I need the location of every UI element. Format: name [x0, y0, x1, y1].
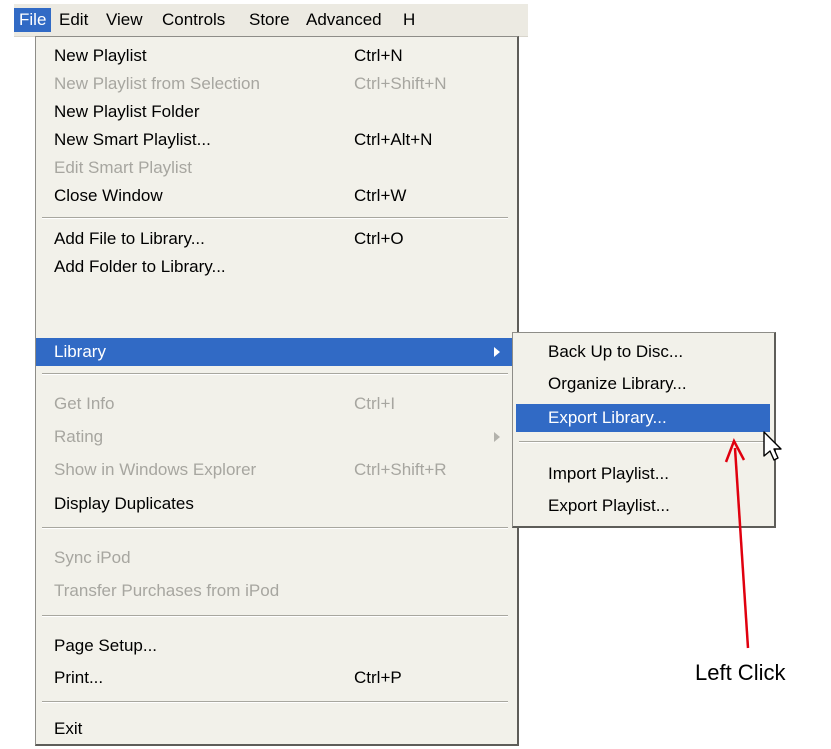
mouse-cursor-icon: [763, 431, 782, 461]
annotation-left-click-label: Left Click: [695, 660, 786, 685]
annotation-overlay: [724, 431, 782, 649]
red-arrow-icon: [724, 437, 750, 649]
